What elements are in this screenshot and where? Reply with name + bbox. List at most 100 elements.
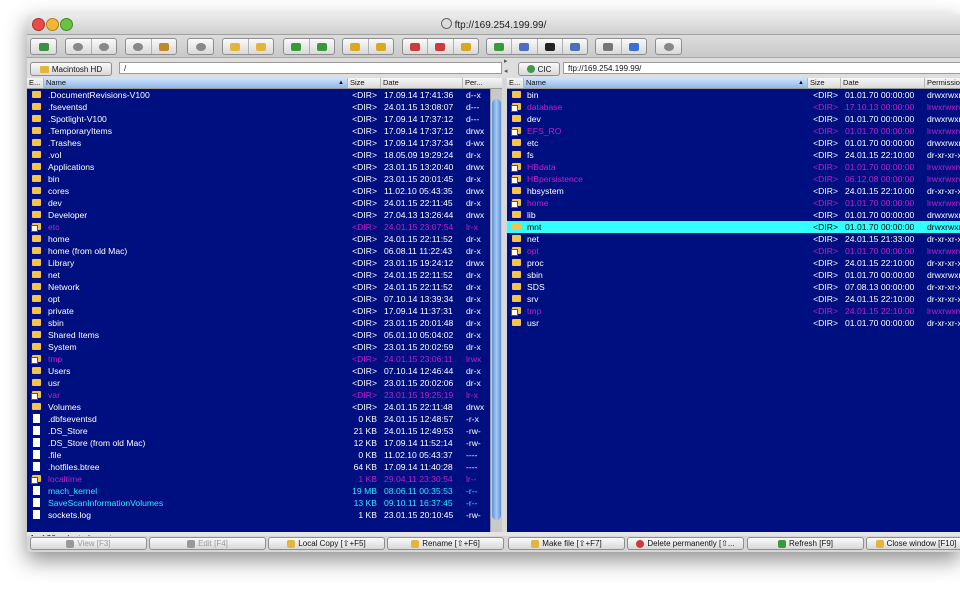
list-item[interactable]: mnt <DIR> 01.01.70 00:00:00 drwxrwxr-x (507, 221, 960, 233)
list-item[interactable]: etc <DIR> 24.01.15 23:07:54 lr-x (27, 221, 491, 233)
list-item[interactable]: home <DIR> 24.01.15 22:11:52 dr-x (27, 233, 491, 245)
list-item[interactable]: database <DIR> 17.10.13 00:00:00 lrwxrwxrwx (507, 101, 960, 113)
settings-button[interactable] (656, 39, 681, 54)
column-header-e[interactable]: E... (27, 78, 44, 88)
list-item[interactable]: .TemporaryItems <DIR> 17.09.14 17:37:12 drw… (27, 125, 491, 137)
list-item[interactable]: usr <DIR> 01.01.70 00:00:00 dr-xr-xr-x (507, 317, 960, 329)
new-window-button[interactable] (31, 39, 56, 54)
list-item[interactable]: dev <DIR> 24.01.15 22:11:45 dr-x (27, 197, 491, 209)
terminal-button[interactable] (538, 39, 563, 54)
arrow-left-icon[interactable]: ◂ (504, 67, 508, 75)
list-item[interactable]: dev <DIR> 01.01.70 00:00:00 drwxrwxr-x (507, 113, 960, 125)
favorite-remove-button[interactable] (403, 39, 429, 54)
new-file-button[interactable] (249, 39, 274, 54)
column-header-date[interactable]: Date (841, 78, 925, 88)
list-item[interactable]: Users <DIR> 07.10.14 12:46:44 dr-x (27, 365, 491, 377)
list-item[interactable]: HBdata <DIR> 01.01.70 00:00:00 lrwxrwxrwx (507, 161, 960, 173)
bookmarks-list-button[interactable] (369, 39, 394, 54)
make-file-button[interactable]: Make file [⇧+F7] (508, 537, 625, 550)
left-volume-button[interactable]: Macintosh HD (30, 62, 112, 76)
list-item[interactable]: cores <DIR> 11.02.10 05:43:35 drwx (27, 185, 491, 197)
list-item[interactable]: .dbfseventsd 0 KB 24.01.15 12:48:57 -r-x (27, 413, 491, 425)
back-button[interactable] (66, 39, 92, 54)
list-item[interactable]: .DS_Store 21 KB 24.01.15 12:49:53 -rw- (27, 425, 491, 437)
list-item[interactable]: fs <DIR> 24.01.15 22:10:00 dr-xr-xr-x (507, 149, 960, 161)
right-path-field[interactable]: ftp://169.254.199.99/ (563, 62, 960, 74)
list-item[interactable]: Network <DIR> 24.01.15 22:11:52 dr-x (27, 281, 491, 293)
column-header-e[interactable]: E... (507, 78, 524, 88)
list-item[interactable]: net <DIR> 24.01.15 21:33:00 dr-xr-xr-x (507, 233, 960, 245)
list-item[interactable]: srv <DIR> 24.01.15 22:10:00 dr-xr-xr-x (507, 293, 960, 305)
list-item[interactable]: Shared Items <DIR> 05.01.10 05:04:02 dr-x (27, 329, 491, 341)
list-item[interactable]: .fseventsd <DIR> 24.01.15 13:08:07 d--- (27, 101, 491, 113)
list-item[interactable]: .hotfiles.btree 64 KB 17.09.14 11:40:28 ---… (27, 461, 491, 473)
list-item[interactable]: tmp <DIR> 24.01.15 23:06:11 lrwx (27, 353, 491, 365)
info-button[interactable] (622, 39, 647, 54)
list-item[interactable]: opt <DIR> 07.10.14 13:39:34 dr-x (27, 293, 491, 305)
close-window-button[interactable]: Close window [F10] (866, 537, 960, 550)
list-item[interactable]: Developer <DIR> 27.04.13 13:26:44 drwx (27, 209, 491, 221)
list-item[interactable]: opt <DIR> 01.01.70 00:00:00 lrwxrwxrwx (507, 245, 960, 257)
sync-button[interactable] (284, 39, 310, 54)
column-header-per[interactable]: Per... (463, 78, 502, 88)
list-item[interactable]: hbsystem <DIR> 24.01.15 22:10:00 dr-xr-xr-x (507, 185, 960, 197)
list-item[interactable]: EFS_RO <DIR> 01.01.70 00:00:00 lrwxrwxrwx (507, 125, 960, 137)
connect-button[interactable] (487, 39, 513, 54)
list-item[interactable]: sbin <DIR> 23.01.15 20:01:48 dr-x (27, 317, 491, 329)
favorite-button[interactable] (428, 39, 454, 54)
scroll-thumb[interactable] (492, 99, 501, 520)
left-file-list[interactable]: .DocumentRevisions-V100 <DIR> 17.09.14 17:… (27, 89, 491, 532)
edit-button[interactable]: Edit [F4] (149, 537, 266, 550)
list-item[interactable]: SaveScanInformationVolumes 13 KB 09.10.11 … (27, 497, 491, 509)
network-button[interactable] (512, 39, 538, 54)
list-item[interactable]: home <DIR> 01.01.70 00:00:00 lrwxrwxrwx (507, 197, 960, 209)
list-item[interactable]: .file 0 KB 11.02.10 05:43:37 ---- (27, 449, 491, 461)
list-item[interactable]: Volumes <DIR> 24.01.15 22:11:48 drwx (27, 401, 491, 413)
list-item[interactable]: private <DIR> 17.09.14 11:37:31 dr-x (27, 305, 491, 317)
key-button[interactable] (454, 39, 478, 54)
list-item[interactable]: lib <DIR> 01.01.70 00:00:00 drwxrwxr-x (507, 209, 960, 221)
bookmark-button[interactable] (343, 39, 369, 54)
list-item[interactable]: proc <DIR> 24.01.15 22:10:00 dr-xr-xr-x (507, 257, 960, 269)
list-item[interactable]: bin <DIR> 23.01.15 20:01:45 dr-x (27, 173, 491, 185)
forward-button[interactable] (92, 39, 117, 54)
right-volume-button[interactable]: CIC (518, 62, 560, 76)
list-item[interactable]: sbin <DIR> 01.01.70 00:00:00 drwxrwxr-x (507, 269, 960, 281)
column-header-date[interactable]: Date (381, 78, 463, 88)
column-header-permissions[interactable]: Permissions (925, 78, 960, 88)
list-item[interactable]: SDS <DIR> 07.08.13 00:00:00 dr-xr-xr-x (507, 281, 960, 293)
list-item[interactable]: bin <DIR> 01.01.70 00:00:00 drwxrwxr-x (507, 89, 960, 101)
home-button[interactable] (152, 39, 177, 54)
left-file-panel[interactable]: E... Name ▲ Size Date Per... .DocumentRevisio… (27, 78, 502, 532)
right-file-panel[interactable]: E... Name ▲ Size Date Permissions bin <DIR> 01.… (507, 78, 960, 532)
delete-button[interactable]: Delete permanently [⇧... (627, 537, 744, 550)
column-header-size[interactable]: Size (808, 78, 841, 88)
new-folder-button[interactable] (223, 39, 249, 54)
list-item[interactable]: System <DIR> 23.01.15 20:02:59 dr-x (27, 341, 491, 353)
list-item[interactable]: HBpersistence <DIR> 06.12.08 00:00:00 lrwxr… (507, 173, 960, 185)
view-button[interactable]: View [F3] (30, 537, 147, 550)
rename-button[interactable]: Rename [⇧+F6] (387, 537, 504, 550)
left-scrollbar[interactable] (490, 89, 502, 532)
list-item[interactable]: .vol <DIR> 18.05.09 19:29:24 dr-x (27, 149, 491, 161)
column-header-size[interactable]: Size (348, 78, 381, 88)
list-item[interactable]: sockets.log 1 KB 23.01.15 20:10:45 -rw- (27, 509, 491, 521)
list-item[interactable]: .Trashes <DIR> 17.09.14 17:37:34 d-wx (27, 137, 491, 149)
tools-button[interactable] (596, 39, 622, 54)
mail-button[interactable] (563, 39, 587, 54)
compare-button[interactable] (310, 39, 335, 54)
list-item[interactable]: Applications <DIR> 23.01.15 13:20:40 drwx (27, 161, 491, 173)
list-item[interactable]: net <DIR> 24.01.15 22:11:52 dr-x (27, 269, 491, 281)
left-path-field[interactable]: / (119, 62, 502, 74)
list-item[interactable]: var <DIR> 23.01.15 19:25:19 lr-x (27, 389, 491, 401)
refresh-button[interactable]: Refresh [F9] (747, 537, 864, 550)
list-item[interactable]: .DocumentRevisions-V100 <DIR> 17.09.14 17:… (27, 89, 491, 101)
list-item[interactable]: .DS_Store (from old Mac) 12 KB 17.09.14 11… (27, 437, 491, 449)
list-item[interactable]: tmp <DIR> 24.01.15 22:10:00 lrwxrwxrwx (507, 305, 960, 317)
list-item[interactable]: localtime 1 KB 29.04.11 23:30:54 lr-- (27, 473, 491, 485)
list-item[interactable]: etc <DIR> 01.01.70 00:00:00 drwxrwxr-x (507, 137, 960, 149)
list-item[interactable]: Library <DIR> 23.01.15 19:24:12 drwx (27, 257, 491, 269)
refresh-button[interactable] (188, 39, 213, 54)
column-header-name[interactable]: Name ▲ (524, 78, 808, 88)
list-item[interactable]: home (from old Mac) <DIR> 06.08.11 11:22:4… (27, 245, 491, 257)
